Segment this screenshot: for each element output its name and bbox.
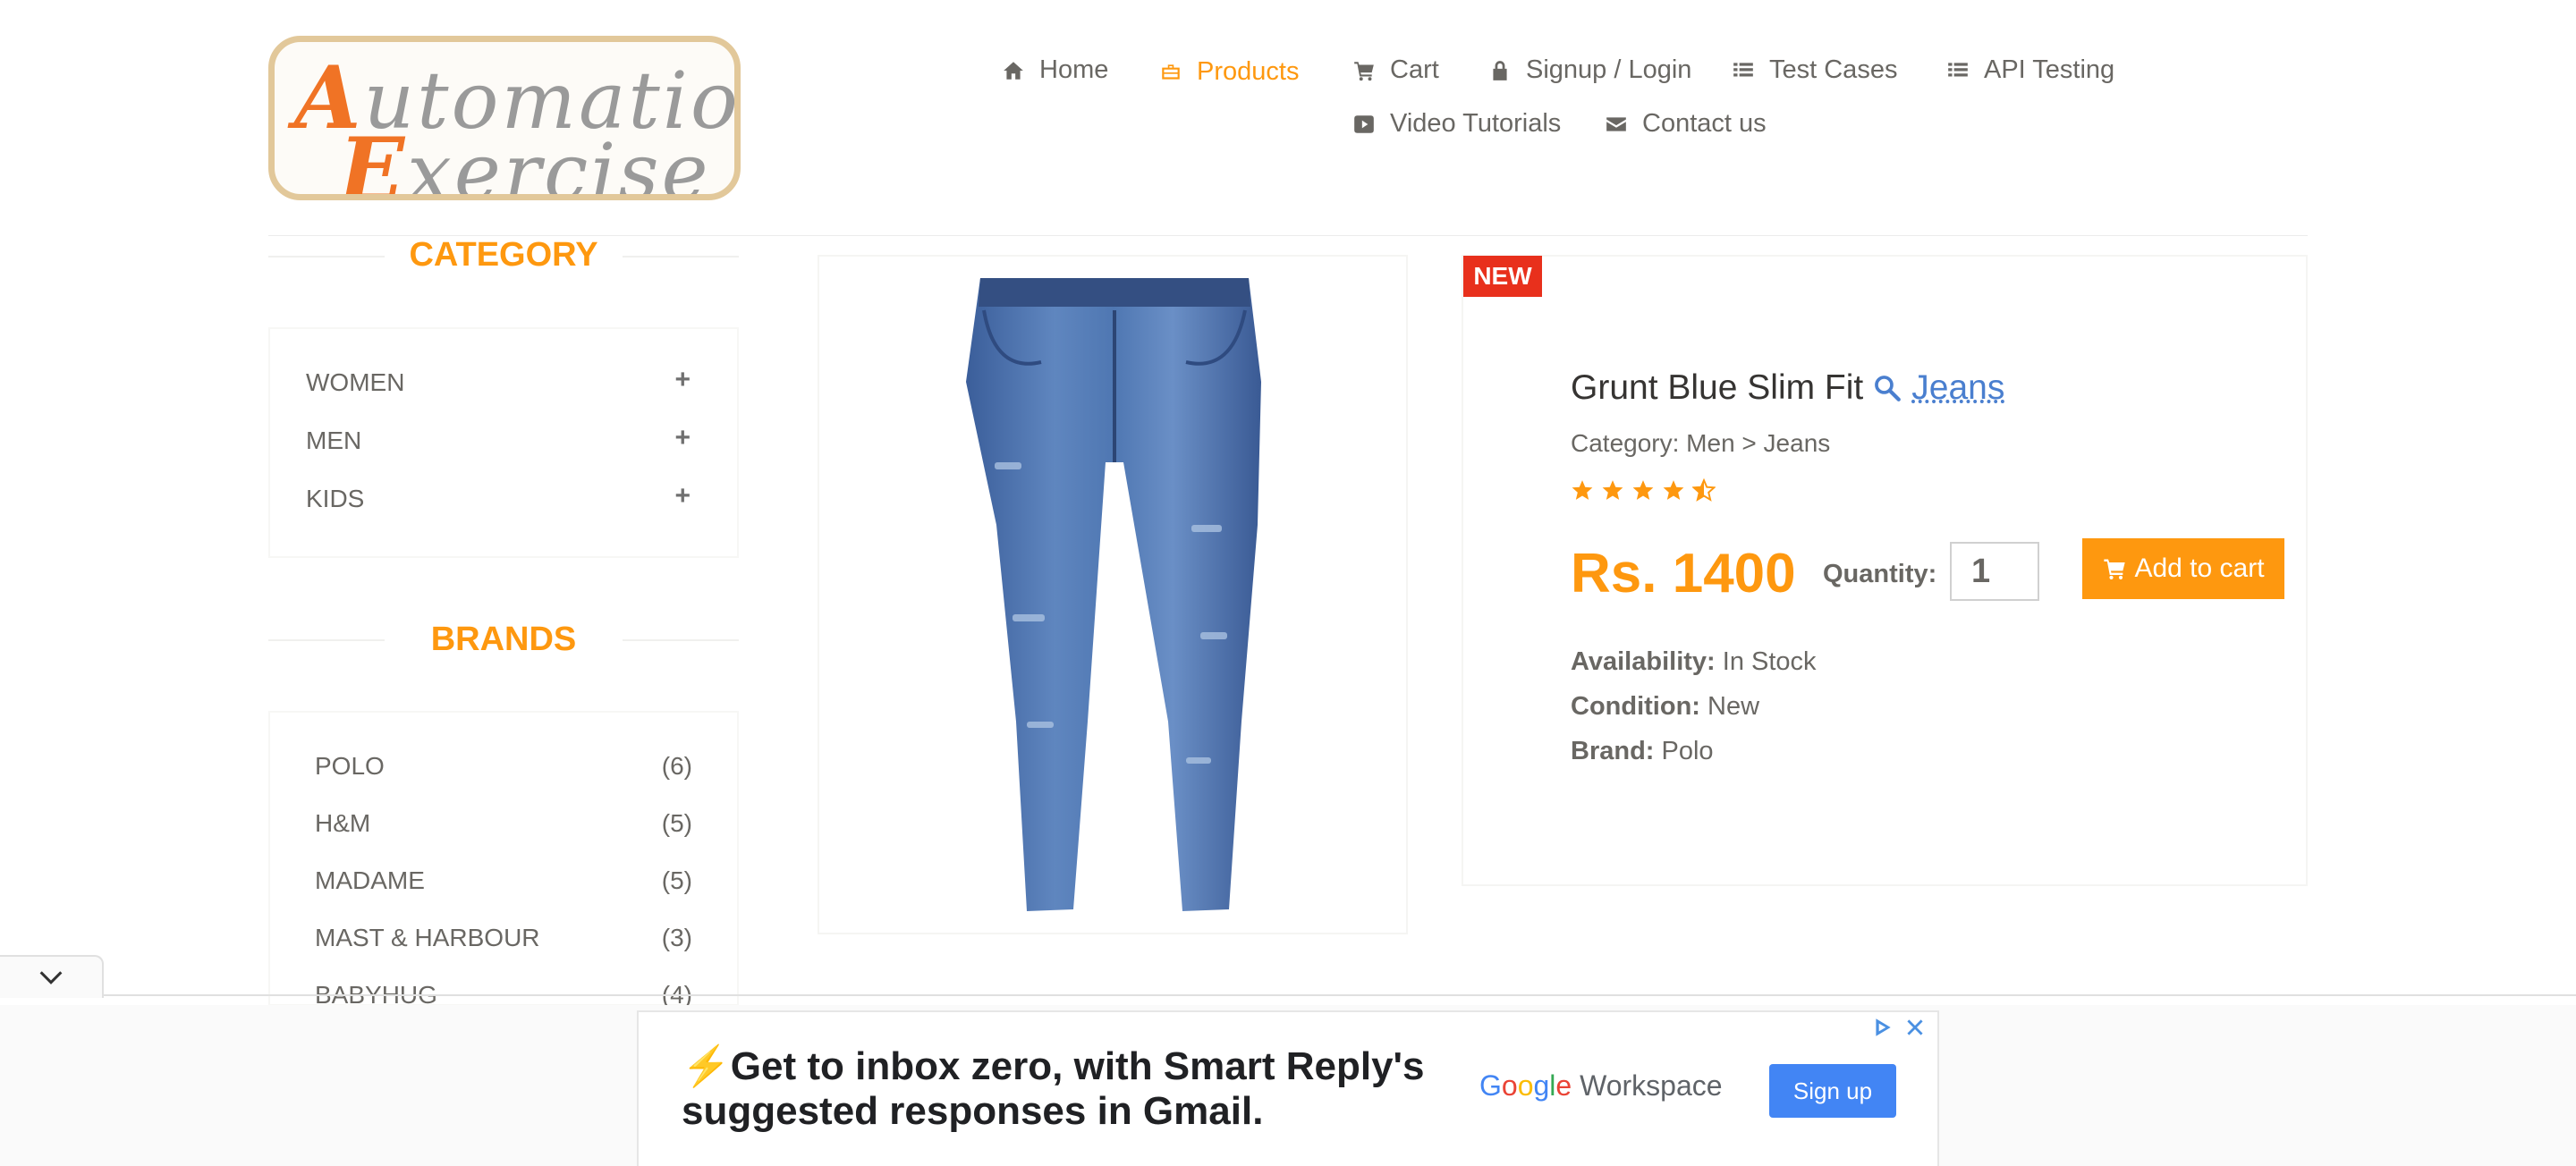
divider — [268, 639, 385, 641]
nav-signup-login[interactable]: Signup / Login — [1488, 55, 1691, 85]
quantity-input[interactable] — [1950, 542, 2039, 601]
brand-item-mast-harbour[interactable]: MAST & HARBOUR — [315, 924, 540, 952]
brand-label: Brand: — [1571, 737, 1655, 765]
search-icon — [1875, 376, 1902, 401]
product-title: Grunt Blue Slim Fit Jeans — [1571, 368, 2004, 408]
list-icon — [1733, 62, 1753, 76]
category-item-women[interactable]: WOMEN — [306, 368, 404, 397]
condition-value: New — [1707, 692, 1760, 721]
lightning-icon: ⚡ — [682, 1044, 731, 1088]
divider — [623, 639, 739, 641]
brand-value: Polo — [1661, 737, 1714, 765]
ad-divider — [0, 994, 2576, 996]
nav-home[interactable]: Home — [1002, 55, 1108, 85]
availability-label: Availability: — [1571, 647, 1716, 676]
jeans-image — [966, 278, 1261, 911]
close-icon[interactable] — [1903, 1016, 1927, 1039]
condition-label: Condition: — [1571, 692, 1700, 721]
brand-item-madame[interactable]: MADAME — [315, 866, 425, 895]
nav-contact-us[interactable]: Contact us — [1605, 109, 1767, 139]
nav-cart[interactable]: Cart — [1352, 55, 1439, 85]
product-category: Category: Men > Jeans — [1571, 429, 1831, 457]
nav-test-cases[interactable]: Test Cases — [1732, 55, 1897, 85]
chevron-down-icon — [39, 971, 63, 984]
google-wordmark: Google — [1479, 1069, 1572, 1102]
home-icon — [1004, 61, 1023, 80]
add-to-cart-button[interactable]: Add to cart — [2082, 538, 2284, 599]
brand-item-hm[interactable]: H&M — [315, 809, 370, 838]
category-panel: WOMEN + MEN + KIDS + — [268, 327, 739, 558]
availability-value: In Stock — [1722, 647, 1817, 676]
plus-icon[interactable]: + — [674, 481, 691, 511]
nav-video-tutorials[interactable]: Video Tutorials — [1352, 109, 1561, 139]
availability: Availability: In Stock — [1571, 647, 1817, 677]
product-title-text: Grunt Blue Slim Fit — [1571, 368, 1864, 407]
cart-icon — [1354, 61, 1374, 80]
site-logo[interactable]: Automation Exercise — [268, 36, 741, 200]
logo-line2-cap: E — [339, 119, 408, 200]
youtube-icon — [1354, 114, 1374, 133]
ad-choices-icon[interactable] — [1871, 1016, 1894, 1039]
envelope-icon — [1606, 116, 1626, 131]
condition: Condition: New — [1571, 692, 1759, 722]
brand-count: (6) — [661, 752, 692, 780]
plus-icon[interactable]: + — [674, 365, 691, 395]
nav-products[interactable]: Products — [1159, 57, 1299, 87]
plus-icon[interactable]: + — [674, 423, 691, 453]
brand-count: (5) — [661, 809, 692, 837]
star-half-icon — [1692, 478, 1716, 502]
briefcase-icon — [1162, 63, 1180, 80]
logo-line2-rest: xercise — [407, 126, 711, 200]
cart-icon — [2104, 559, 2126, 580]
ad-collapse-button[interactable] — [0, 955, 104, 998]
brand: Brand: Polo — [1571, 737, 1714, 766]
ad-signup-button[interactable]: Sign up — [1769, 1064, 1896, 1118]
star-icon — [1632, 480, 1654, 500]
brands-panel: POLO (6) H&M (5) MADAME (5) MAST & HARBO… — [268, 711, 739, 1009]
ad-controls — [1871, 1016, 1927, 1039]
ad-banner[interactable]: ⚡Get to inbox zero, with Smart Reply's s… — [637, 1010, 1939, 1166]
divider — [623, 256, 739, 258]
brand-count: (5) — [661, 866, 692, 894]
rating-stars — [1571, 478, 1716, 502]
workspace-word: Workspace — [1580, 1069, 1723, 1102]
quantity-label: Quantity: — [1823, 560, 1937, 588]
star-icon — [1602, 480, 1623, 500]
list-icon — [1948, 62, 1968, 76]
category-item-kids[interactable]: KIDS — [306, 485, 364, 513]
star-icon — [1663, 480, 1684, 500]
divider — [268, 256, 385, 258]
brands-title: BRANDS — [430, 621, 577, 658]
nav-api-testing[interactable]: API Testing — [1946, 55, 2114, 85]
new-badge: NEW — [1463, 256, 1542, 297]
product-image — [818, 255, 1408, 934]
brand-item-polo[interactable]: POLO — [315, 752, 385, 781]
lock-icon — [1493, 60, 1507, 80]
category-item-men[interactable]: MEN — [306, 427, 361, 455]
category-title: CATEGORY — [409, 236, 598, 274]
product-price: Rs. 1400 — [1571, 543, 1796, 604]
brand-count: (3) — [661, 924, 692, 951]
google-workspace-logo: Google Workspace — [1479, 1069, 1723, 1103]
ad-headline: ⚡Get to inbox zero, with Smart Reply's s… — [682, 1044, 1425, 1133]
star-icon — [1572, 480, 1593, 500]
product-title-link[interactable]: Jeans — [1911, 368, 2004, 408]
